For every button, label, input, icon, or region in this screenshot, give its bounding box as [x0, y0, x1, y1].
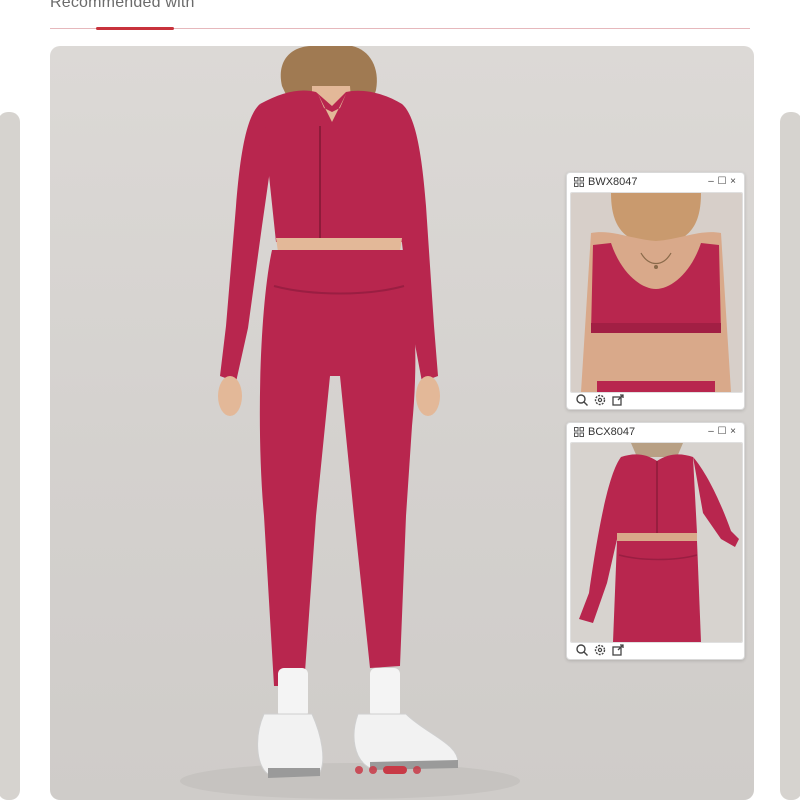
- settings-icon[interactable]: [593, 393, 607, 407]
- maximize-icon[interactable]: ☐: [717, 426, 727, 438]
- section-title: Recommended with: [50, 0, 195, 11]
- product-code: BCX8047: [588, 426, 636, 438]
- share-icon[interactable]: [611, 393, 625, 407]
- settings-icon[interactable]: [593, 643, 607, 657]
- popup-toolbar: [567, 391, 744, 409]
- product-popup-bwx8047[interactable]: BWX8047 – ☐ ×: [566, 172, 745, 410]
- sports-bra-photo: [571, 193, 742, 392]
- title-active-indicator: [96, 27, 174, 30]
- grid-icon: [574, 177, 584, 187]
- maximize-icon[interactable]: ☐: [717, 176, 727, 188]
- carousel-indicator: [355, 766, 421, 774]
- zoom-icon[interactable]: [575, 393, 589, 407]
- product-popup-bcx8047[interactable]: BCX8047 – ☐ ×: [566, 422, 745, 660]
- prev-card-peek[interactable]: [0, 112, 20, 800]
- close-icon[interactable]: ×: [728, 176, 738, 188]
- popup-toolbar: [567, 641, 744, 659]
- popup-product-image[interactable]: [570, 442, 743, 643]
- carousel-dot[interactable]: [369, 766, 377, 774]
- carousel-dot-active[interactable]: [383, 766, 407, 774]
- zip-jacket-photo: [571, 443, 742, 642]
- product-code: BWX8047: [588, 176, 638, 188]
- carousel-dot[interactable]: [413, 766, 421, 774]
- popup-product-image[interactable]: [570, 192, 743, 393]
- next-card-peek[interactable]: [780, 112, 800, 800]
- grid-icon: [574, 427, 584, 437]
- minimize-icon[interactable]: –: [706, 176, 716, 188]
- zoom-icon[interactable]: [575, 643, 589, 657]
- minimize-icon[interactable]: –: [706, 426, 716, 438]
- popup-header: BCX8047 – ☐ ×: [567, 423, 744, 441]
- popup-header: BWX8047 – ☐ ×: [567, 173, 744, 191]
- share-icon[interactable]: [611, 643, 625, 657]
- close-icon[interactable]: ×: [728, 426, 738, 438]
- carousel-dot[interactable]: [355, 766, 363, 774]
